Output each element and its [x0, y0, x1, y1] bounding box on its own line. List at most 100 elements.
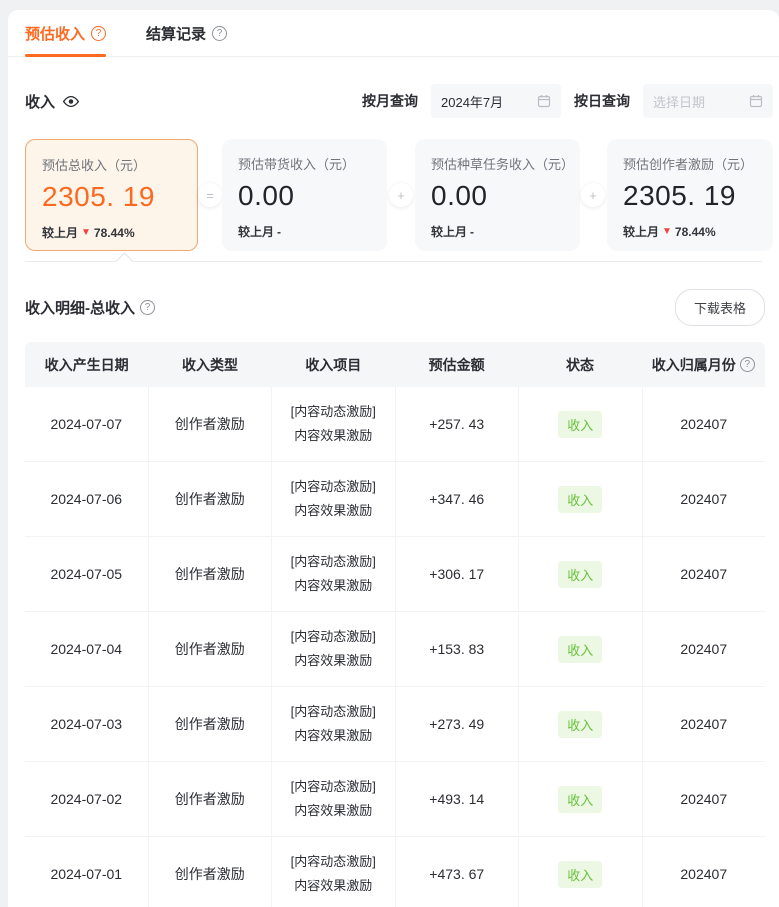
cell-income-type: 创作者激励 — [149, 537, 273, 612]
column-header-date: 收入产生日期 — [25, 342, 148, 387]
cell-status: 收入 — [519, 462, 643, 537]
card-total-income[interactable]: 预估总收入（元） 2305. 19 较上月 ▼ 78.44% — [25, 139, 198, 251]
amount-value: +473. 67 — [429, 866, 484, 882]
compare-value: - — [470, 225, 474, 239]
eye-icon[interactable] — [62, 95, 80, 108]
card-value: 2305. 19 — [623, 180, 757, 212]
cell-income-project: [内容动态激励] 内容效果激励 — [272, 762, 396, 837]
income-date-value: 2024-07-04 — [50, 641, 122, 657]
month-picker[interactable]: 2024年7月 — [431, 84, 561, 118]
help-icon[interactable] — [212, 26, 227, 41]
income-project-line1: [内容动态激励] — [291, 777, 376, 797]
card-creator-incentive[interactable]: 预估创作者激励（元） 2305. 19 较上月 ▼ 78.44% — [607, 139, 773, 251]
toolbar: 收入 按月查询 2024年7月 按日查询 选择日期 — [8, 83, 779, 119]
date-filters: 按月查询 2024年7月 按日查询 选择日期 — [362, 84, 773, 118]
cell-income-date: 2024-07-03 — [25, 687, 149, 762]
table-row: 2024-07-01 创作者激励 [内容动态激励] 内容效果激励 +473. 6… — [25, 837, 765, 907]
card-value: 0.00 — [238, 180, 371, 212]
status-badge: 收入 — [558, 636, 602, 663]
column-header-status: 状态 — [518, 342, 641, 387]
cell-income-project: [内容动态激励] 内容效果激励 — [272, 612, 396, 687]
calendar-icon — [749, 94, 763, 108]
cell-amount: +257. 43 — [396, 387, 520, 462]
cell-month: 202407 — [643, 762, 766, 837]
cell-income-project: [内容动态激励] 内容效果激励 — [272, 537, 396, 612]
creator-income-page: { "tabs": [ { "label": "预估收入" }, { "labe… — [0, 0, 779, 907]
cell-status: 收入 — [519, 537, 643, 612]
income-type-value: 创作者激励 — [175, 564, 245, 584]
income-date-value: 2024-07-01 — [50, 866, 122, 882]
column-header-label: 状态 — [566, 355, 594, 375]
income-project-line2: 内容效果激励 — [294, 801, 372, 821]
status-badge: 收入 — [558, 861, 602, 888]
card-value: 2305. 19 — [42, 181, 181, 213]
trend-down-icon: ▼ — [81, 228, 91, 238]
column-header-label: 收入项目 — [305, 355, 361, 375]
main-panel: 预估收入 结算记录 收入 按月查询 2024年7月 按日查询 选择 — [8, 10, 779, 907]
card-label: 预估带货收入（元） — [238, 154, 371, 173]
equals-operator: = — [198, 183, 222, 207]
income-section-title: 收入 — [25, 91, 80, 112]
status-badge: 收入 — [558, 486, 602, 513]
cell-income-date: 2024-07-07 — [25, 387, 149, 462]
help-icon[interactable] — [740, 357, 755, 372]
tab-estimated-income[interactable]: 预估收入 — [25, 10, 106, 56]
status-badge: 收入 — [558, 786, 602, 813]
status-badge: 收入 — [558, 411, 602, 438]
income-type-value: 创作者激励 — [175, 864, 245, 884]
card-seeding-task-income[interactable]: 预估种草任务收入（元） 0.00 较上月 - — [415, 139, 580, 251]
cell-amount: +493. 14 — [396, 762, 520, 837]
table-header-row: 收入产生日期 收入类型 收入项目 预估金额 状态 收入归属月份 — [25, 342, 765, 387]
income-type-value: 创作者激励 — [175, 789, 245, 809]
caret-up-icon — [115, 252, 133, 270]
income-project-line2: 内容效果激励 — [294, 726, 372, 746]
card-label: 预估创作者激励（元） — [623, 154, 757, 173]
income-type-value: 创作者激励 — [175, 414, 245, 434]
cell-month: 202407 — [643, 612, 766, 687]
income-table: 收入产生日期 收入类型 收入项目 预估金额 状态 收入归属月份 2024-07-… — [25, 342, 765, 907]
selected-card-divider — [25, 251, 762, 271]
cell-income-date: 2024-07-06 — [25, 462, 149, 537]
download-table-button[interactable]: 下载表格 — [675, 289, 765, 326]
compare-label: 较上月 — [623, 223, 659, 240]
income-project-line1: [内容动态激励] — [291, 552, 376, 572]
amount-value: +153. 83 — [429, 641, 484, 657]
card-goods-income[interactable]: 预估带货收入（元） 0.00 较上月 - — [222, 139, 387, 251]
card-value: 0.00 — [431, 180, 564, 212]
compare-label: 较上月 — [431, 223, 467, 240]
tab-settlement-records-label: 结算记录 — [146, 23, 206, 44]
cell-income-type: 创作者激励 — [149, 387, 273, 462]
cell-income-project: [内容动态激励] 内容效果激励 — [272, 462, 396, 537]
card-compare: 较上月 - — [431, 223, 564, 240]
cell-status: 收入 — [519, 762, 643, 837]
status-badge: 收入 — [558, 711, 602, 738]
day-picker[interactable]: 选择日期 — [643, 84, 773, 118]
summary-cards: 预估总收入（元） 2305. 19 较上月 ▼ 78.44% = 预估带货收入（… — [8, 139, 779, 251]
trend-down-icon: ▼ — [662, 227, 672, 237]
status-badge: 收入 — [558, 561, 602, 588]
compare-value: 78.44% — [675, 225, 716, 239]
cell-amount: +347. 46 — [396, 462, 520, 537]
cell-status: 收入 — [519, 387, 643, 462]
day-picker-placeholder: 选择日期 — [653, 92, 705, 111]
tab-settlement-records[interactable]: 结算记录 — [146, 10, 227, 56]
income-project-line2: 内容效果激励 — [294, 651, 372, 671]
cell-status: 收入 — [519, 612, 643, 687]
month-value: 202407 — [680, 566, 727, 582]
table-row: 2024-07-07 创作者激励 [内容动态激励] 内容效果激励 +257. 4… — [25, 387, 765, 462]
cell-income-project: [内容动态激励] 内容效果激励 — [272, 687, 396, 762]
plus-operator: + — [581, 183, 605, 207]
help-icon[interactable] — [140, 300, 155, 315]
income-date-value: 2024-07-03 — [50, 716, 122, 732]
compare-label: 较上月 — [238, 223, 274, 240]
column-header-type: 收入类型 — [148, 342, 271, 387]
table-row: 2024-07-06 创作者激励 [内容动态激励] 内容效果激励 +347. 4… — [25, 462, 765, 537]
table-row: 2024-07-03 创作者激励 [内容动态激励] 内容效果激励 +273. 4… — [25, 687, 765, 762]
cell-income-date: 2024-07-05 — [25, 537, 149, 612]
cell-amount: +153. 83 — [396, 612, 520, 687]
month-picker-value: 2024年7月 — [441, 92, 503, 111]
help-icon[interactable] — [91, 26, 106, 41]
column-header-label: 收入类型 — [182, 355, 238, 375]
month-value: 202407 — [680, 716, 727, 732]
amount-value: +273. 49 — [429, 716, 484, 732]
